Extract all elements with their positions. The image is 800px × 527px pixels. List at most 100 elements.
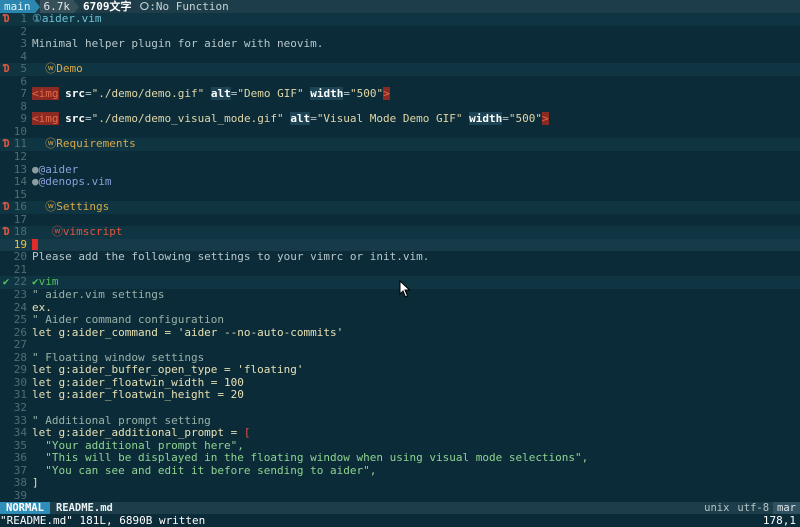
editor-line[interactable]: Ɗ 11 ⓦRequirements (0, 138, 800, 152)
sign-column (0, 38, 12, 51)
token: ● (32, 175, 39, 189)
token: let g:aider_additional_prompt = (32, 426, 244, 440)
sign-column (0, 251, 12, 264)
token: src (65, 87, 85, 101)
editor-line[interactable]: 14 ●@denops.vim (0, 175, 800, 189)
token: = (310, 112, 317, 126)
token: @denops.vim (38, 175, 112, 189)
sign-column (0, 415, 12, 428)
sign-column (0, 113, 12, 126)
editor-line[interactable]: 39 (0, 489, 800, 503)
line-text: <img src="./demo/demo.gif" alt="Demo GIF… (32, 87, 800, 101)
sign-column (0, 176, 12, 189)
editor-line[interactable]: 13 ●@aider (0, 162, 800, 177)
editor-line[interactable]: 9 <img src="./demo/demo_visual_mode.gif" … (0, 112, 800, 126)
file-type: mar (773, 502, 800, 514)
token: alt (210, 87, 231, 101)
line-text: ●@denops.vim (32, 175, 800, 189)
line-number: 27 (13, 338, 27, 352)
token: [ (243, 426, 251, 440)
editor-line[interactable]: 37 "You can see and edit it before sendi… (0, 463, 800, 478)
line-text: Minimal helper plugin for aider with neo… (32, 37, 800, 51)
editor-line[interactable]: 31 let g:aider_floatwin_height = 20 (0, 389, 800, 402)
line-text: ⓦRequirements (32, 138, 800, 151)
token: " Aider command configuration (32, 313, 225, 327)
token: > (542, 112, 549, 126)
line-number: 23 (13, 288, 27, 302)
file-format: unix (704, 502, 730, 514)
token: "This will be displayed in the floating … (32, 451, 589, 465)
line-number: 18 (13, 225, 27, 239)
cursor-position: 178,1 (762, 514, 796, 527)
token: <img (32, 87, 59, 101)
token: ✔vim (32, 275, 59, 289)
token: " Additional prompt setting (32, 413, 211, 427)
token: ①aider.vim (32, 12, 102, 25)
line-text: ●@aider (32, 162, 800, 177)
line-number: 29 (13, 363, 27, 377)
sign-column (0, 440, 12, 453)
line-text: <img src="./demo/demo_visual_mode.gif" a… (32, 112, 800, 126)
fold-icon[interactable]: Ɗ (0, 63, 12, 76)
editor-line[interactable]: Ɗ 16 ⓦSettings (0, 200, 800, 214)
mode-indicator: NORMAL (0, 502, 50, 514)
fold-icon[interactable]: Ɗ (0, 138, 12, 151)
sign-column (0, 490, 12, 503)
token: ] (32, 476, 39, 490)
line-number: 5 (20, 62, 27, 76)
token: width (310, 87, 344, 101)
sign-column (0, 151, 12, 164)
statusline: NORMAL README.md unix utf-8 mar (0, 502, 800, 514)
command-line[interactable]: "README.md" 181L, 6890B written 178,1 (0, 514, 800, 527)
line-text (32, 126, 800, 139)
editor-line[interactable]: 7 <img src="./demo/demo.gif" alt="Demo GI… (0, 87, 800, 101)
editor-line[interactable]: 3 Minimal helper plugin for aider with ne… (0, 37, 800, 51)
sign-column (0, 402, 12, 415)
status-filename: README.md (55, 502, 113, 514)
token: let g:aider_floatwin_width = 100 (32, 375, 244, 389)
token: alt (290, 112, 311, 126)
editor-line[interactable]: Ɗ 18 ⓦvimscript (0, 226, 800, 239)
editor-line[interactable]: 26 let g:aider_command = 'aider --no-auto… (0, 325, 800, 340)
sign-column (0, 465, 12, 478)
current-function: ⵔ:No Function (139, 0, 229, 13)
line-number: 16 (13, 200, 27, 214)
editor-line[interactable]: 4 (0, 50, 800, 64)
sign-column (0, 327, 12, 340)
editor-line[interactable]: 12 (0, 150, 800, 164)
file-encoding: utf-8 (737, 502, 770, 514)
sign-column (0, 314, 12, 327)
line-text (32, 189, 800, 202)
token: "500" (349, 87, 384, 101)
token: = (343, 87, 350, 101)
editor-line[interactable]: 15 (0, 188, 800, 202)
token: ⓦDemo (32, 62, 83, 76)
token: @aider (38, 162, 79, 176)
line-number: 32 (13, 400, 27, 414)
line-text (32, 490, 800, 503)
token: width (469, 112, 503, 126)
editor-buffer[interactable]: Ɗ 1 ①aider.vim 2 3 Minimal helper plugin for … (0, 12, 800, 503)
editor-line[interactable]: 21 (0, 263, 800, 277)
token: let g:aider_command = 'aider --no-auto-c… (32, 325, 344, 339)
sign-column (0, 239, 12, 252)
line-text (32, 214, 800, 227)
sign-column (0, 76, 12, 89)
token: Please add the following settings to you… (32, 250, 430, 264)
line-text: ⓦSettings (32, 200, 800, 214)
line-text: let g:aider_floatwin_height = 20 (32, 389, 800, 402)
editor-line[interactable]: 38] (0, 476, 800, 490)
token: = (502, 112, 509, 126)
fold-icon[interactable]: Ɗ (0, 226, 12, 239)
line-number: 34 (13, 426, 27, 440)
editor-line[interactable]: Ɗ 1 ①aider.vim (0, 12, 800, 26)
token: let g:aider_buffer_open_type = 'floating… (32, 363, 304, 377)
tabline: main 6.7k 6709文字 ⵔ:No Function (0, 0, 800, 13)
editor-line[interactable]: 20 Please add the following settings to y… (0, 251, 800, 264)
fold-icon[interactable]: Ɗ (0, 12, 12, 26)
fold-icon[interactable]: Ɗ (0, 201, 12, 214)
sign-column (0, 452, 12, 465)
editor-line[interactable]: Ɗ5 ⓦDemo (0, 62, 800, 76)
token: "You can see and edit it before sending … (32, 463, 377, 477)
